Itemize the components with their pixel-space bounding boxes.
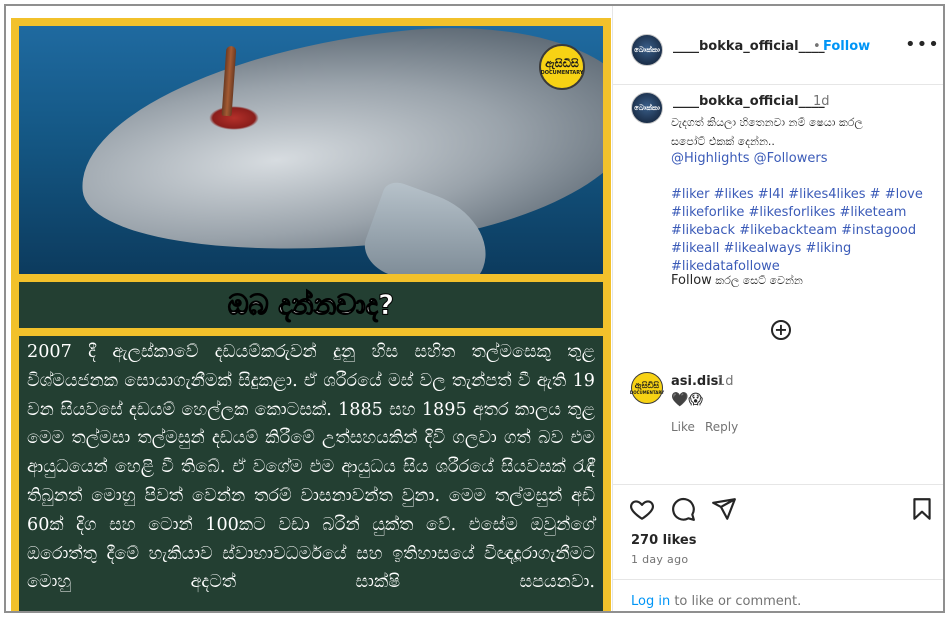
post-side-panel: බොක්කා ____bokka_official____ • Follow •… [612, 6, 943, 611]
caption-follow-line: Follow කරල සෙට් වෙන්න [671, 273, 803, 288]
hashtag-line[interactable]: #likeforlike #likesforlikes #liketeam [671, 205, 906, 220]
commenter-avatar-subtext: DOCUMENTARY [629, 389, 665, 395]
post-frame: ඇසිඩිසි DOCUMENTARY ඔබ දන්නවාද? 2007 දී … [4, 4, 945, 613]
hashtag-line[interactable]: #likedatafollowe [671, 259, 780, 274]
post-age: 1 day ago [631, 553, 689, 566]
commenter-avatar-text: ඇසිඩිසි [634, 380, 660, 390]
wound-mark [209, 106, 259, 130]
image-body-band: 2007 දී ඇලස්කාවේ දඩයම්කරුවන් දුනු හිස සහ… [19, 336, 603, 611]
caption-line-1: වැදගත් කියලා හිතෙනවා නම් ෂෙයා කරල [671, 116, 863, 129]
load-more-comments-icon[interactable]: + [771, 320, 791, 340]
author-avatar[interactable]: බොක්කා [631, 34, 663, 66]
author-username[interactable]: ____bokka_official____ [673, 39, 825, 54]
logo-text: ඇසිඩිසි [545, 57, 579, 70]
caption-avatar[interactable]: බොක්කා [631, 92, 663, 124]
commenter-username[interactable]: asi.disi [671, 374, 723, 389]
footer-divider [613, 579, 943, 580]
image-title: ඔබ දන්නවාද? [227, 288, 395, 322]
channel-logo: ඇසිඩිසි DOCUMENTARY [539, 44, 585, 90]
heart-icon[interactable] [629, 496, 655, 522]
comment-icon[interactable] [670, 496, 696, 522]
caption-mentions[interactable]: @Highlights @Followers [671, 151, 828, 166]
caption-line-2: සපෝට් එකක් දෙන්න.. [671, 135, 775, 148]
whale-body [69, 26, 603, 274]
caption-avatar-text: බොක්කා [634, 104, 660, 112]
post-image[interactable]: ඇසිඩිසි DOCUMENTARY ඔබ දන්නවාද? 2007 දී … [11, 18, 611, 611]
caption-username[interactable]: ____bokka_official____ [673, 94, 825, 109]
login-prompt: Log in to like or comment. [631, 594, 801, 609]
share-icon[interactable] [711, 496, 737, 522]
login-link[interactable]: Log in [631, 594, 670, 609]
hashtag-line[interactable]: #liker #likes #l4l #likes4likes # #love [671, 187, 923, 202]
comment-like-button[interactable]: Like [671, 420, 695, 434]
post-header: බොක්කා ____bokka_official____ • Follow •… [613, 6, 943, 85]
comment-time: 1d [717, 374, 734, 389]
login-rest: to like or comment. [670, 594, 802, 609]
hashtag-line[interactable]: #likeall #likealways #liking [671, 241, 851, 256]
image-title-band: ඔබ දන්නවාද? [19, 282, 603, 328]
follow-button[interactable]: Follow [823, 39, 870, 54]
logo-subtext: DOCUMENTARY [540, 70, 584, 76]
header-separator: • [813, 39, 821, 54]
comment-text: 🖤😱 [671, 392, 704, 408]
image-body-text: 2007 දී ඇලස්කාවේ දඩයම්කරුවන් දුනු හිස සහ… [27, 342, 595, 593]
comment-reply-button[interactable]: Reply [705, 420, 738, 434]
bookmark-icon[interactable] [909, 496, 935, 522]
author-avatar-text: බොක්කා [634, 46, 660, 54]
commenter-avatar[interactable]: ඇසිඩිසි DOCUMENTARY [629, 372, 665, 404]
caption-follow-word: Follow [671, 273, 712, 288]
more-options-icon[interactable]: ••• [905, 34, 940, 55]
caption-time: 1d [813, 94, 830, 109]
likes-count[interactable]: 270 likes [631, 533, 696, 548]
caption-follow-rest: කරල සෙට් වෙන්න [711, 274, 803, 287]
whale-photo: ඇසිඩිසි DOCUMENTARY [19, 26, 603, 274]
actions-divider [613, 484, 943, 485]
hashtag-line[interactable]: #likeback #likebackteam #instagood [671, 223, 916, 238]
